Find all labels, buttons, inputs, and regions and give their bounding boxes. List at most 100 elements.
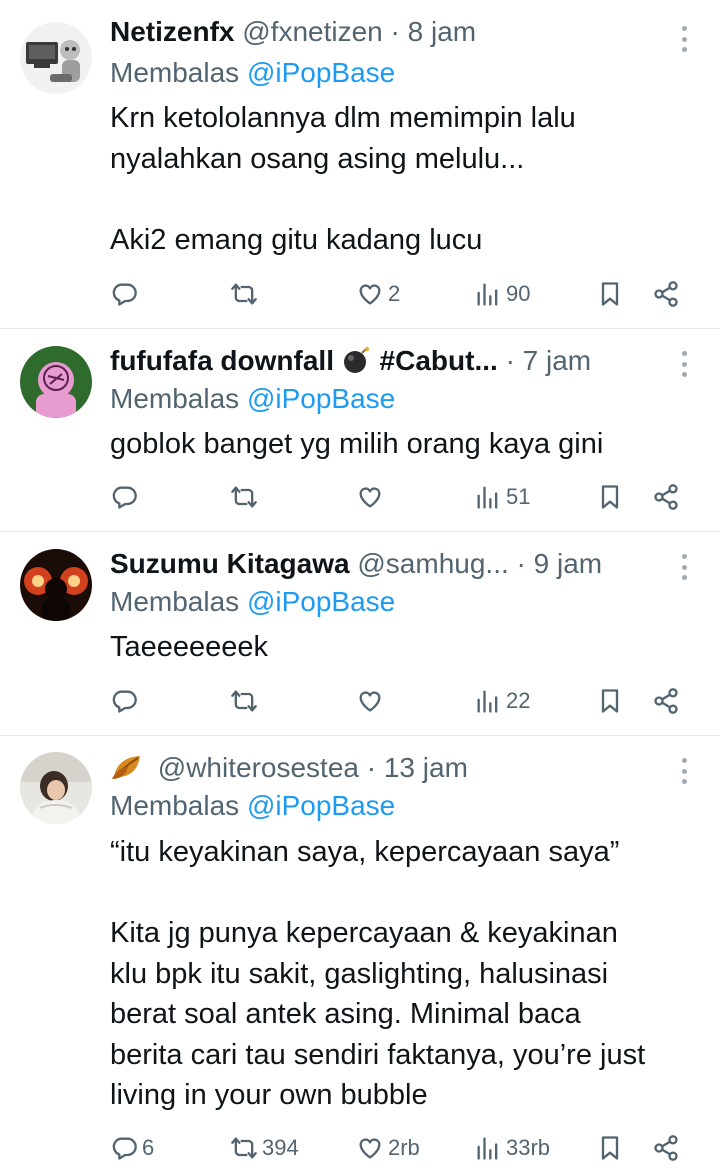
views-button[interactable]: 51: [474, 477, 530, 517]
display-name[interactable]: Suzumu Kitagawa: [110, 548, 350, 579]
bookmark-button[interactable]: [596, 681, 624, 721]
replying-to-handle[interactable]: @iPopBase: [247, 57, 395, 88]
retweet-count: 394: [262, 1135, 299, 1160]
replying-to-label: Membalas: [110, 586, 240, 617]
tweet-1[interactable]: Netizenfx @fxnetizen · 8 jam Membalas @i…: [0, 0, 720, 328]
share-button[interactable]: [652, 477, 680, 517]
retweet-button[interactable]: [230, 681, 262, 721]
tweet-header: Netizenfx @fxnetizen · 8 jam: [110, 12, 660, 52]
tweet-text-line: Kita jg punya kepercayaan & keyakinan: [110, 917, 618, 949]
retweet-button[interactable]: 394: [230, 1128, 299, 1168]
like-count: 2rb: [388, 1135, 420, 1160]
reply-icon: [112, 486, 137, 509]
avatar-whiterosestea[interactable]: [20, 752, 92, 824]
like-icon: [359, 284, 381, 305]
tweet-text-line: “itu keyakinan saya, kepercayaan saya”: [110, 836, 620, 868]
reply-button[interactable]: [110, 274, 142, 314]
tweet-3[interactable]: Suzumu Kitagawa @samhug... · 9 jam Memba…: [0, 532, 720, 735]
views-icon: [477, 690, 498, 713]
tweet-text: Krn ketololannya dlm memimpin lalu nyala…: [110, 98, 702, 260]
more-options-icon[interactable]: [672, 24, 696, 54]
replying-to: Membalas @iPopBase: [110, 786, 395, 826]
tweet-4[interactable]: @whiterosestea · 13 jam Membalas @iPopBa…: [0, 736, 720, 1174]
more-options-icon[interactable]: [672, 349, 696, 379]
tweet-text-line: berita cari tau sendiri faktanya, you’re…: [110, 1038, 646, 1071]
tweet-2[interactable]: fufufafa downfall #Cabut... · 7 jam Memb…: [0, 329, 720, 531]
like-button[interactable]: [356, 477, 388, 517]
view-count: 51: [506, 484, 531, 509]
action-bar: 6 394 2rb 33rb: [0, 1128, 720, 1168]
reply-icon: [112, 283, 137, 306]
reply-count: 6: [142, 1135, 155, 1160]
like-button[interactable]: 2: [356, 274, 400, 314]
reply-icon: [112, 1137, 137, 1160]
like-icon: [359, 1138, 381, 1159]
user-handle[interactable]: @whiterosestea: [158, 752, 359, 783]
avatar-netizenfx[interactable]: [20, 22, 92, 94]
like-count: 2: [388, 281, 401, 306]
timestamp[interactable]: · 9 jam: [517, 548, 603, 579]
bookmark-button[interactable]: [596, 1128, 624, 1168]
more-options-icon[interactable]: [672, 756, 696, 786]
avatar-suzumu[interactable]: [20, 549, 92, 621]
share-button[interactable]: [652, 274, 680, 314]
share-icon: [654, 281, 678, 307]
view-count: 90: [506, 281, 531, 306]
replying-to-handle[interactable]: @iPopBase: [247, 383, 395, 414]
replying-to: Membalas @iPopBase: [110, 379, 395, 419]
tweet-text: Taeeeeeeek: [110, 627, 702, 668]
user-handle[interactable]: @fxnetizen: [242, 16, 383, 47]
retweet-icon: [231, 1137, 257, 1159]
replying-to-label: Membalas: [110, 57, 240, 88]
like-button[interactable]: 2rb: [356, 1128, 420, 1168]
timestamp[interactable]: · 13 jam: [367, 752, 468, 783]
display-name[interactable]: fufufafa downfall: [110, 345, 334, 376]
leaf-emoji: [112, 756, 140, 779]
more-options-icon[interactable]: [672, 552, 696, 582]
share-button[interactable]: [652, 1128, 680, 1168]
tweet-text-line: Taeeeeeeek: [110, 631, 269, 663]
timestamp[interactable]: · 8 jam: [391, 16, 477, 47]
reply-button[interactable]: [110, 681, 142, 721]
replying-to: Membalas @iPopBase: [110, 53, 395, 93]
share-icon: [654, 688, 678, 714]
retweet-icon: [231, 283, 257, 305]
tweet-text-line: klu bpk itu sakit, gaslighting, halusina…: [110, 957, 609, 990]
view-count: 22: [506, 688, 531, 713]
views-button[interactable]: 33rb: [474, 1128, 550, 1168]
share-button[interactable]: [652, 681, 680, 721]
bookmark-button[interactable]: [596, 477, 624, 517]
action-bar: 2 90: [0, 274, 720, 314]
retweet-button[interactable]: [230, 274, 262, 314]
timestamp[interactable]: · 7 jam: [506, 345, 592, 376]
replying-to-label: Membalas: [110, 790, 240, 821]
replying-to: Membalas @iPopBase: [110, 582, 395, 622]
like-button[interactable]: [356, 681, 388, 721]
tweet-text: “itu keyakinan saya, kepercayaan saya” K…: [110, 832, 702, 1116]
bookmark-button[interactable]: [596, 274, 624, 314]
views-button[interactable]: 90: [474, 274, 530, 314]
retweet-button[interactable]: [230, 477, 262, 517]
tweet-header: @whiterosestea · 13 jam: [110, 748, 660, 788]
tweet-text-line: goblok banget yg milih orang kaya gini: [110, 428, 604, 460]
replying-to-handle[interactable]: @iPopBase: [247, 586, 395, 617]
reply-button[interactable]: 6: [110, 1128, 154, 1168]
tweet-text-blank: [110, 179, 702, 220]
bookmark-icon: [601, 282, 619, 306]
reply-button[interactable]: [110, 477, 142, 517]
view-count: 33rb: [506, 1135, 551, 1160]
tweet-text-blank: [110, 873, 702, 914]
tweet-text-line: Aki2 emang gitu kadang lucu: [110, 223, 483, 256]
tweet-header: fufufafa downfall #Cabut... · 7 jam: [110, 341, 660, 381]
reply-icon: [112, 690, 137, 713]
display-name-suffix[interactable]: #Cabut...: [380, 345, 498, 376]
display-name[interactable]: Netizenfx: [110, 16, 234, 47]
tweet-text: goblok banget yg milih orang kaya gini: [110, 424, 702, 465]
replying-to-handle[interactable]: @iPopBase: [247, 790, 395, 821]
bomb-emoji: [343, 347, 369, 373]
user-handle[interactable]: @samhug...: [357, 548, 508, 579]
tweet-text-line: nyalahkan osang asing melulu...: [110, 142, 525, 175]
views-button[interactable]: 22: [474, 681, 530, 721]
avatar-fufufafa[interactable]: [20, 346, 92, 418]
retweet-icon: [231, 690, 257, 712]
